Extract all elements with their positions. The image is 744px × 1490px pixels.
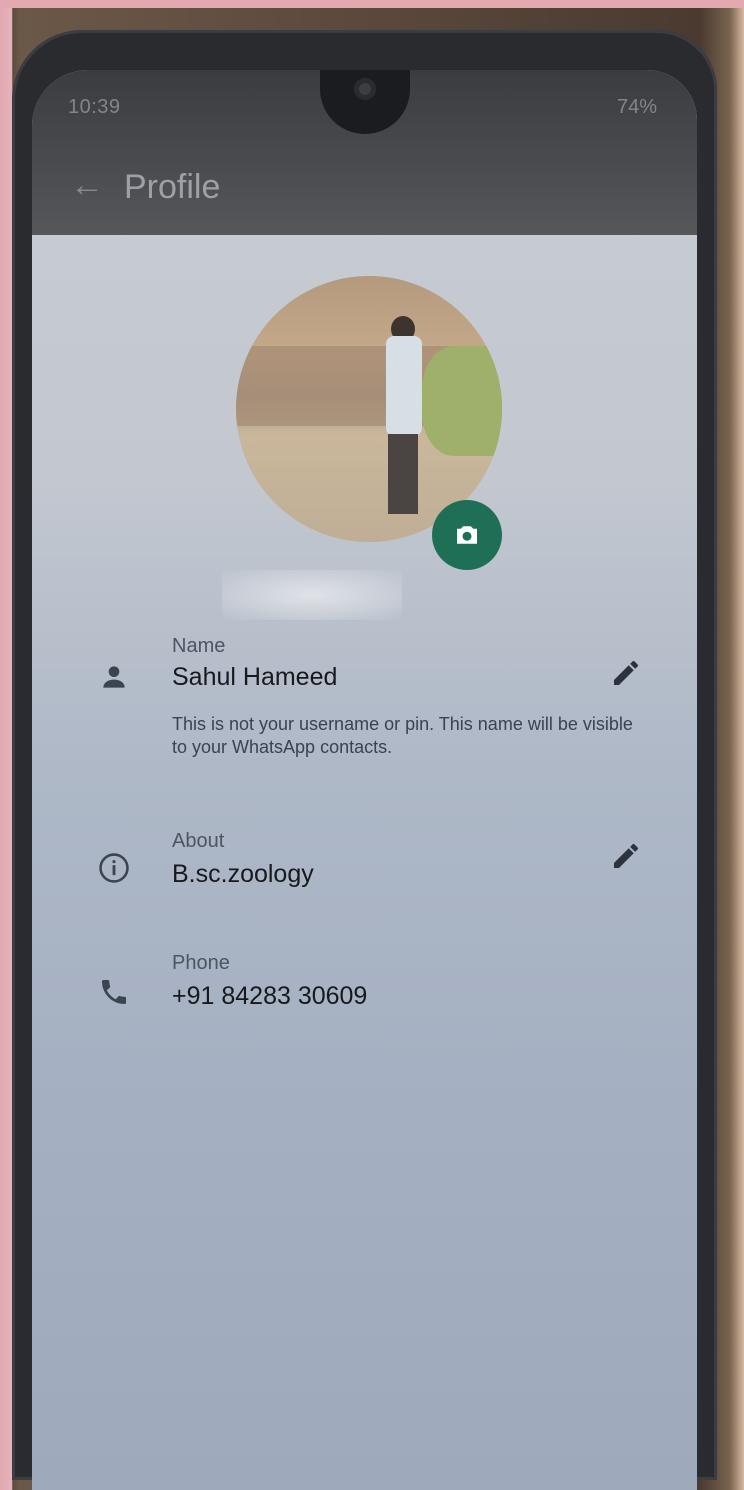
phone-frame: 10:39 74% ← Profile Name Sahul Hameed Th… — [12, 30, 717, 1490]
edit-name-icon[interactable] — [610, 657, 642, 689]
screen-glare — [222, 570, 402, 620]
edit-about-icon[interactable] — [610, 840, 642, 872]
back-arrow-icon[interactable]: ← — [70, 166, 104, 205]
status-battery: 74% — [616, 96, 657, 118]
about-value: B.sc.zoology — [172, 860, 314, 888]
camera-icon — [457, 526, 477, 544]
info-icon — [94, 848, 134, 888]
background-strip — [0, 0, 744, 8]
front-camera-icon — [354, 78, 376, 100]
page-title: Profile — [124, 168, 221, 206]
phone-value: +91 84283 30609 — [172, 982, 368, 1010]
person-icon — [94, 657, 134, 697]
phone-icon — [94, 972, 134, 1012]
about-row[interactable]: About B.sc.zoology — [32, 830, 697, 910]
status-time: 10:39 — [68, 96, 121, 118]
screen: 10:39 74% ← Profile Name Sahul Hameed Th… — [32, 70, 697, 1490]
name-hint: This is not your username or pin. This n… — [172, 714, 633, 757]
phone-row: Phone +91 84283 30609 — [32, 952, 697, 1032]
about-label: About — [172, 830, 225, 852]
change-photo-button[interactable] — [432, 500, 502, 570]
app-bar: 10:39 74% ← Profile — [32, 70, 697, 235]
phone-label: Phone — [172, 952, 230, 974]
name-row[interactable]: Name Sahul Hameed This is not your usern… — [32, 635, 697, 795]
name-value: Sahul Hameed — [172, 663, 338, 691]
name-label: Name — [172, 635, 226, 657]
